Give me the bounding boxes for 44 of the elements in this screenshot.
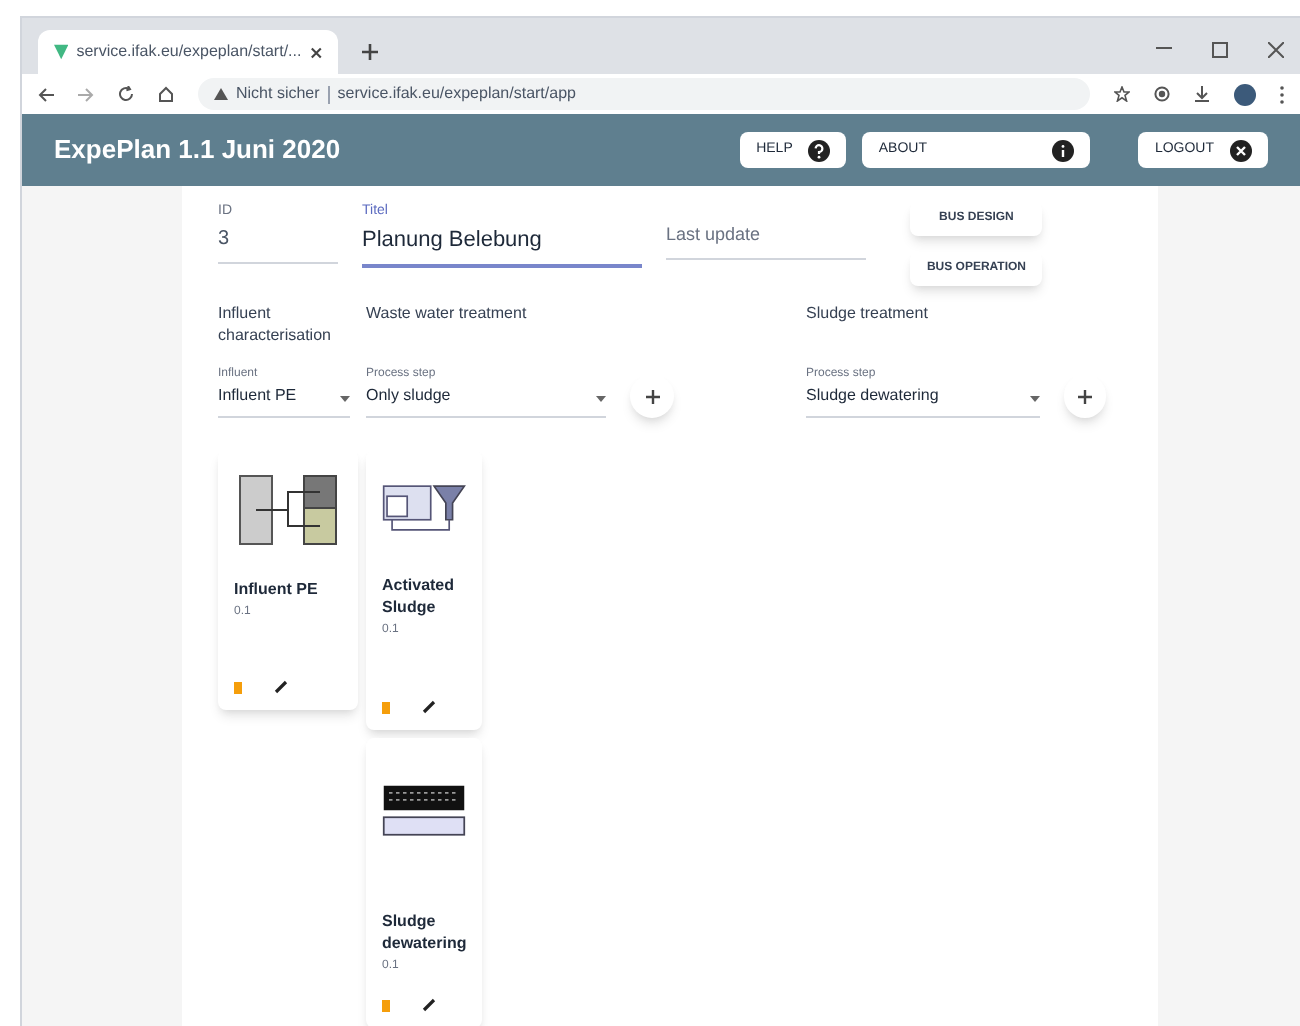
maximize-icon[interactable] bbox=[1212, 42, 1228, 58]
close-icon[interactable] bbox=[309, 45, 322, 59]
download-icon[interactable] bbox=[1194, 86, 1210, 102]
caret-icon bbox=[340, 396, 350, 402]
marker-icon[interactable] bbox=[382, 999, 390, 1011]
section-heading: Influent characterisation bbox=[218, 302, 333, 348]
star-icon[interactable] bbox=[1114, 86, 1130, 102]
logout-icon bbox=[1230, 139, 1252, 161]
last-update-field[interactable]: Last update bbox=[666, 222, 866, 249]
section-heading: Waste water treatment bbox=[366, 302, 529, 326]
home-icon[interactable] bbox=[158, 86, 174, 102]
plus-icon bbox=[1077, 389, 1092, 403]
title-field[interactable]: Planung Belebung bbox=[362, 223, 642, 256]
pencil-icon[interactable] bbox=[422, 700, 436, 714]
card-title: Activated Sludge bbox=[382, 574, 457, 618]
url-text: service.ifak.eu/expeplan/start/app bbox=[337, 82, 576, 106]
card-title: Sludge dewatering bbox=[382, 910, 466, 954]
avatar-icon[interactable] bbox=[1234, 83, 1256, 105]
influent-drawing bbox=[238, 474, 338, 546]
info-icon bbox=[1052, 139, 1075, 161]
tab-favicon-icon bbox=[54, 44, 69, 60]
security-label: Nicht sicher bbox=[236, 82, 320, 106]
add-button[interactable] bbox=[1063, 374, 1106, 418]
new-tab-icon[interactable] bbox=[362, 44, 378, 60]
pencil-icon[interactable] bbox=[274, 680, 288, 694]
back-icon[interactable] bbox=[38, 87, 54, 101]
add-button[interactable] bbox=[630, 374, 674, 418]
caret-icon bbox=[596, 396, 606, 402]
minimize-icon[interactable] bbox=[1156, 46, 1172, 50]
marker-icon[interactable] bbox=[382, 701, 390, 713]
help-icon bbox=[808, 139, 831, 161]
card-title: Influent PE bbox=[234, 578, 320, 600]
warning-icon bbox=[214, 88, 228, 100]
close-window-icon[interactable] bbox=[1268, 42, 1284, 58]
id-field[interactable]: 3 bbox=[218, 223, 338, 253]
caret-icon bbox=[1029, 396, 1040, 402]
marker-icon[interactable] bbox=[234, 681, 242, 693]
browser-tab[interactable]: service.ifak.eu/expeplan/start/... bbox=[38, 30, 338, 74]
reload-icon[interactable] bbox=[118, 86, 134, 102]
address-bar[interactable]: Nicht sicher service.ifak.eu/expeplan/start/app bbox=[198, 78, 1090, 110]
pencil-icon[interactable] bbox=[422, 998, 436, 1012]
section-heading: Sludge treatment bbox=[806, 302, 930, 326]
app-title: ExpePlan 1.1 Juni 2020 bbox=[54, 132, 341, 169]
plus-icon bbox=[645, 389, 659, 403]
